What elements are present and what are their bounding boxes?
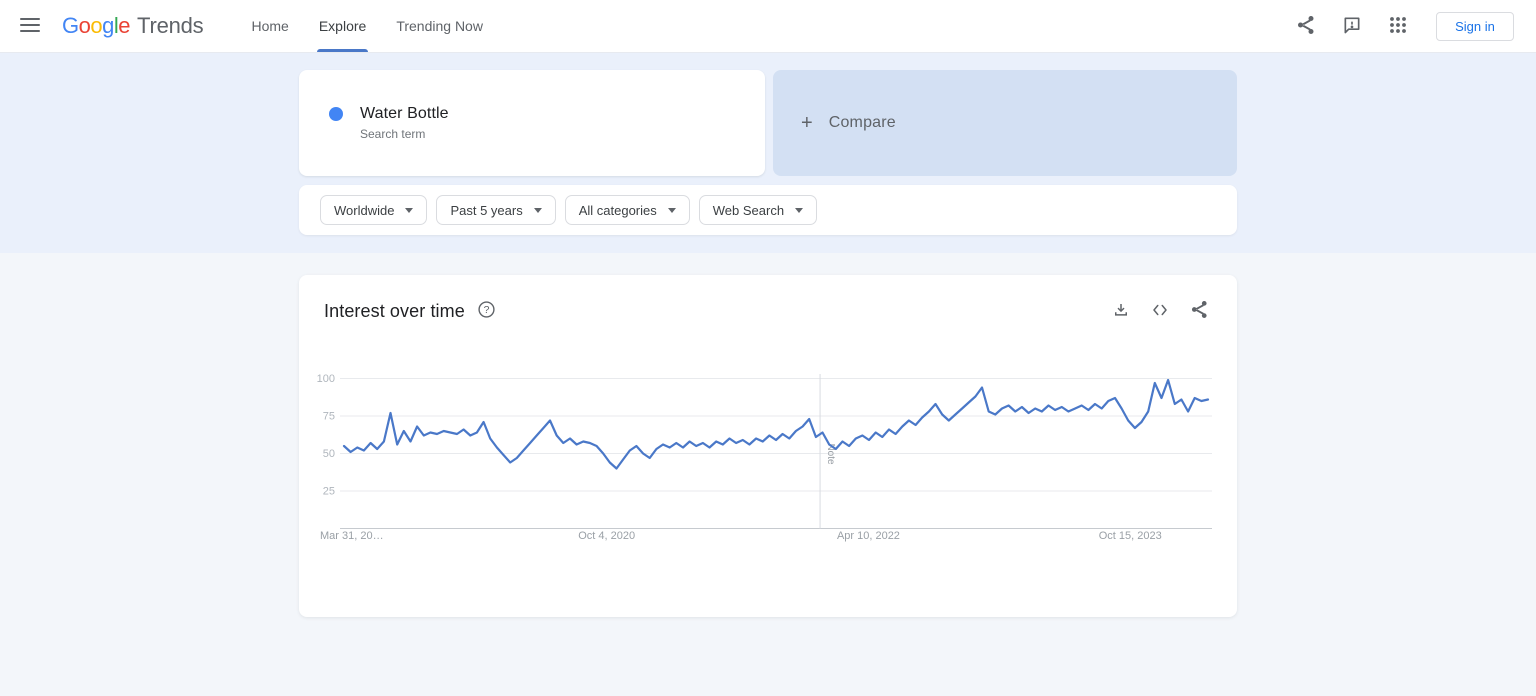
- primary-nav: Home Explore Trending Now: [249, 0, 484, 52]
- filter-search-type-dropdown[interactable]: Web Search: [699, 195, 817, 225]
- chart-toolbar: [1109, 299, 1211, 323]
- main-content: Interest over time ?: [0, 253, 1536, 617]
- filter-category-dropdown[interactable]: All categories: [565, 195, 690, 225]
- filter-time-range-dropdown[interactable]: Past 5 years: [436, 195, 555, 225]
- share-icon: [1297, 15, 1315, 38]
- google-logo-letter: o: [79, 13, 91, 38]
- feedback-button[interactable]: [1340, 14, 1364, 38]
- search-term-card[interactable]: Water Bottle Search term: [299, 70, 765, 176]
- google-logo-letter: e: [118, 13, 130, 38]
- series-color-dot: [329, 107, 343, 121]
- search-term-subtitle: Search term: [360, 127, 449, 141]
- sign-in-button[interactable]: Sign in: [1436, 12, 1514, 41]
- y-axis-tick-label: 50: [323, 448, 335, 460]
- x-axis-tick-label: Apr 10, 2022: [837, 530, 900, 542]
- top-nav-bar: Google Trends Home Explore Trending Now …: [0, 0, 1536, 53]
- compare-label: Compare: [829, 114, 896, 132]
- menu-button[interactable]: [18, 0, 42, 52]
- search-term-title: Water Bottle: [360, 105, 449, 123]
- nav-tab-trending-now[interactable]: Trending Now: [394, 0, 485, 52]
- query-section: Water Bottle Search term + Compare World…: [0, 53, 1536, 253]
- x-axis-tick-label: Oct 15, 2023: [1099, 530, 1162, 542]
- google-logo-text: Google: [62, 13, 130, 39]
- y-axis-tick-label: 25: [323, 486, 335, 498]
- x-axis-tick-label: Oct 4, 2020: [578, 530, 635, 542]
- google-trends-logo[interactable]: Google Trends: [62, 0, 203, 52]
- help-button[interactable]: ?: [478, 301, 495, 321]
- nav-tab-home[interactable]: Home: [249, 0, 290, 52]
- chevron-down-icon: [795, 208, 803, 213]
- nav-tab-explore[interactable]: Explore: [317, 0, 368, 52]
- google-logo-letter: o: [90, 13, 102, 38]
- share-button[interactable]: [1294, 14, 1318, 38]
- filters-bar: Worldwide Past 5 years All categories We…: [299, 185, 1237, 235]
- share-icon: [1191, 300, 1208, 322]
- chevron-down-icon: [534, 208, 542, 213]
- plus-icon: +: [801, 112, 813, 135]
- search-term-text: Water Bottle Search term: [360, 105, 449, 141]
- chevron-down-icon: [405, 208, 413, 213]
- download-icon: [1112, 301, 1130, 322]
- trend-line[interactable]: [344, 380, 1208, 469]
- trends-logo-text: Trends: [137, 13, 203, 39]
- chart-header: Interest over time ?: [299, 275, 1237, 323]
- hamburger-icon: [20, 18, 40, 35]
- x-axis-tick-label: Mar 31, 20…: [320, 530, 384, 542]
- query-cards-row: Water Bottle Search term + Compare: [299, 70, 1237, 176]
- svg-text:?: ?: [483, 304, 489, 316]
- interest-over-time-card: Interest over time ?: [299, 275, 1237, 617]
- chevron-down-icon: [668, 208, 676, 213]
- chart-title: Interest over time: [324, 301, 465, 322]
- filter-region-dropdown[interactable]: Worldwide: [320, 195, 427, 225]
- y-axis-tick-label: 100: [317, 373, 335, 385]
- top-actions: Sign in: [1294, 0, 1514, 52]
- embed-button[interactable]: [1148, 299, 1172, 323]
- google-logo-letter: g: [102, 13, 114, 38]
- interest-over-time-chart[interactable]: 100755025NoteMar 31, 20…Oct 4, 2020Apr 1…: [299, 366, 1237, 561]
- share-chart-button[interactable]: [1187, 299, 1211, 323]
- compare-add-card[interactable]: + Compare: [773, 70, 1237, 176]
- download-button[interactable]: [1109, 299, 1133, 323]
- y-axis-tick-label: 75: [323, 411, 335, 423]
- apps-grid-icon: [1389, 16, 1407, 37]
- google-logo-letter: G: [62, 13, 79, 38]
- embed-icon: [1151, 301, 1169, 322]
- help-icon: ?: [478, 301, 495, 321]
- apps-button[interactable]: [1386, 14, 1410, 38]
- feedback-icon: [1342, 15, 1362, 38]
